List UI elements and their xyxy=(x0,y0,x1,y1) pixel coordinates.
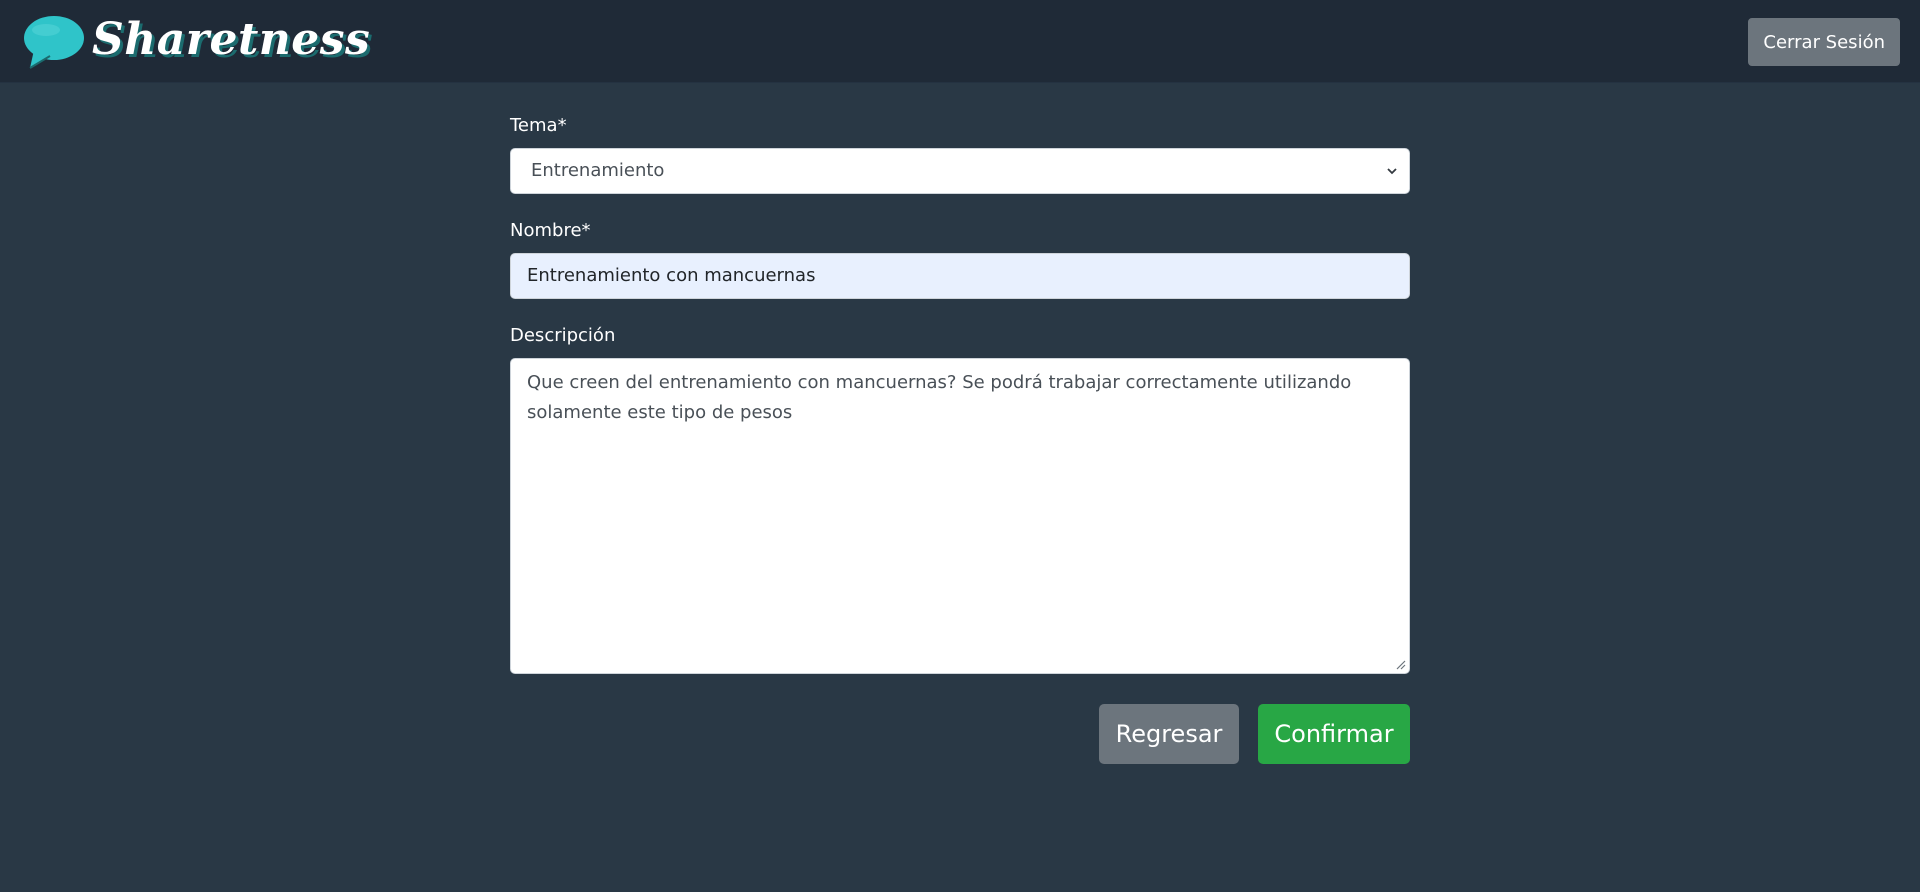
logout-button[interactable]: Cerrar Sesión xyxy=(1748,18,1900,66)
topic-label: Tema* xyxy=(510,115,567,136)
description-label: Descripción xyxy=(510,325,616,346)
brand-name: Sharetness xyxy=(92,14,371,65)
topic-select[interactable]: Entrenamiento xyxy=(510,148,1410,194)
chevron-down-icon xyxy=(1387,168,1397,175)
top-navbar: Sharetness Cerrar Sesión xyxy=(0,0,1920,83)
name-input[interactable]: Entrenamiento con mancuernas xyxy=(510,253,1410,299)
confirm-button[interactable]: Confirmar xyxy=(1258,704,1410,764)
description-textarea[interactable]: Que creen del entrenamiento con mancuern… xyxy=(510,358,1410,674)
description-text: Que creen del entrenamiento con mancuern… xyxy=(527,372,1352,423)
brand-logo[interactable]: Sharetness xyxy=(20,12,370,72)
topic-select-value: Entrenamiento xyxy=(531,160,665,181)
topic-form: Tema* Entrenamiento Nombre* Entrenamient… xyxy=(510,112,1410,764)
name-label: Nombre* xyxy=(510,220,591,241)
back-button[interactable]: Regresar xyxy=(1099,704,1239,764)
speech-bubble-icon xyxy=(24,16,84,69)
form-actions: Regresar Confirmar xyxy=(510,704,1410,764)
resize-handle-icon[interactable] xyxy=(1394,658,1406,670)
